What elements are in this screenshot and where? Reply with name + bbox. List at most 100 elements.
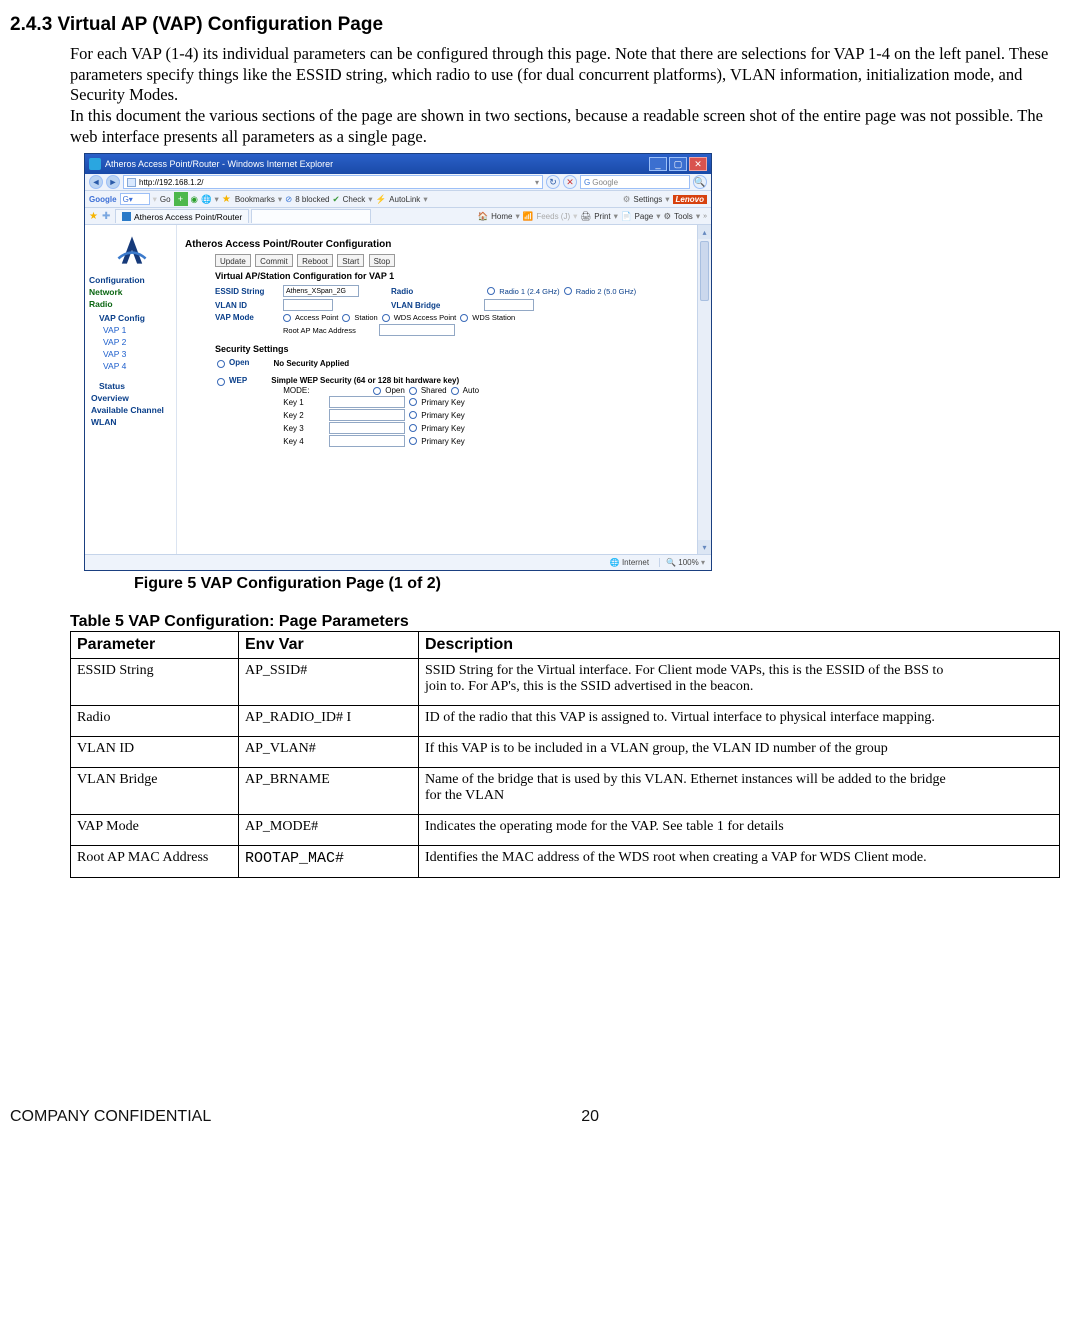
scroll-thumb[interactable] bbox=[700, 241, 709, 301]
nav-vap3[interactable]: VAP 3 bbox=[103, 349, 174, 359]
browser-tab[interactable]: Atheros Access Point/Router bbox=[115, 209, 249, 223]
check-icon: ✔ bbox=[332, 194, 339, 205]
refresh-button[interactable]: ↻ bbox=[546, 175, 560, 189]
nav-overview[interactable]: Overview bbox=[91, 393, 174, 403]
page-icon bbox=[127, 178, 136, 187]
security-wep-radio[interactable] bbox=[217, 378, 225, 386]
mode-wdssta-radio[interactable] bbox=[460, 314, 468, 322]
wep-key3-primary-label: Primary Key bbox=[421, 424, 465, 433]
stop-button[interactable]: Stop bbox=[369, 254, 395, 267]
settings-gear-icon[interactable]: ⚙ bbox=[623, 194, 631, 205]
wep-key3-primary-radio[interactable] bbox=[409, 424, 417, 432]
nav-wlan[interactable]: WLAN bbox=[91, 417, 174, 427]
nav-vap1[interactable]: VAP 1 bbox=[103, 325, 174, 335]
maximize-button[interactable]: ▢ bbox=[669, 157, 687, 171]
google-go-button[interactable]: Go bbox=[160, 195, 171, 204]
wep-mode-shared-radio[interactable] bbox=[409, 387, 417, 395]
wep-key4-primary-radio[interactable] bbox=[409, 437, 417, 445]
radio1-label: Radio 1 (2.4 GHz) bbox=[499, 287, 559, 296]
mode-sta-radio[interactable] bbox=[342, 314, 350, 322]
radio2-radio[interactable] bbox=[564, 287, 572, 295]
zoom-value: 100% bbox=[678, 558, 698, 567]
browser-search-box[interactable]: G Google bbox=[580, 175, 690, 189]
start-button[interactable]: Start bbox=[337, 254, 364, 267]
ie-page-icon[interactable]: 📄 bbox=[621, 211, 632, 222]
search-go-button[interactable]: 🔍 bbox=[693, 175, 707, 189]
bookmarks-link[interactable]: Bookmarks bbox=[235, 195, 275, 204]
nav-vap4[interactable]: VAP 4 bbox=[103, 361, 174, 371]
security-open-radio[interactable] bbox=[217, 360, 225, 368]
mode-wdsap-radio[interactable] bbox=[382, 314, 390, 322]
url-input[interactable]: http://192.168.1.2/ ▾ bbox=[123, 175, 543, 189]
rootap-input[interactable] bbox=[379, 324, 455, 336]
back-button[interactable]: ◄ bbox=[89, 175, 103, 189]
browser-titlebar: Atheros Access Point/Router - Windows In… bbox=[85, 154, 711, 174]
parameters-table: Parameter Env Var Description ESSID Stri… bbox=[70, 631, 1060, 878]
spellcheck-link[interactable]: Check bbox=[343, 195, 366, 204]
vlanbridge-input[interactable] bbox=[484, 299, 534, 311]
bookmarks-star-icon[interactable]: ★ bbox=[222, 194, 232, 204]
reboot-button[interactable]: Reboot bbox=[297, 254, 333, 267]
radio1-radio[interactable] bbox=[487, 287, 495, 295]
zoom-icon[interactable]: 🔍 bbox=[666, 558, 676, 567]
cell-description: SSID String for the Virtual interface. F… bbox=[419, 659, 1060, 706]
close-button[interactable]: ✕ bbox=[689, 157, 707, 171]
settings-link[interactable]: Settings bbox=[633, 195, 662, 204]
scroll-down-icon[interactable]: ▾ bbox=[698, 540, 711, 554]
wep-key3-input[interactable] bbox=[329, 422, 405, 434]
blocked-count[interactable]: 8 blocked bbox=[295, 195, 329, 204]
scroll-up-icon[interactable]: ▴ bbox=[698, 225, 711, 239]
content-scrollbar[interactable]: ▴ ▾ bbox=[697, 225, 711, 554]
wep-key2-label: Key 2 bbox=[283, 411, 325, 420]
commit-button[interactable]: Commit bbox=[255, 254, 293, 267]
wep-key2-primary-label: Primary Key bbox=[421, 411, 465, 420]
security-open-label: Open bbox=[229, 358, 249, 367]
favorites-star-icon[interactable]: ★ bbox=[89, 211, 99, 221]
empty-tab-area[interactable] bbox=[251, 209, 371, 223]
ie-print-icon[interactable]: 🖨 bbox=[580, 211, 591, 222]
mode-wdsap-label: WDS Access Point bbox=[394, 313, 457, 322]
ie-feeds-icon: 📶 bbox=[523, 211, 534, 222]
stop-button[interactable]: ✕ bbox=[563, 175, 577, 189]
autolink-icon: ⚡ bbox=[376, 194, 387, 205]
wep-key2-primary-radio[interactable] bbox=[409, 411, 417, 419]
google-search-box[interactable]: G▾ bbox=[120, 193, 150, 205]
ie-home-icon[interactable]: 🏠 bbox=[478, 211, 489, 222]
mode-ap-radio[interactable] bbox=[283, 314, 291, 322]
cell-description: Identifies the MAC address of the WDS ro… bbox=[419, 846, 1060, 878]
minimize-button[interactable]: _ bbox=[649, 157, 667, 171]
google-toolbar-logo: Google bbox=[89, 195, 117, 204]
radio2-label: Radio 2 (5.0 GHz) bbox=[576, 287, 636, 296]
internet-zone-label: Internet bbox=[622, 558, 649, 567]
vlanid-input[interactable] bbox=[283, 299, 333, 311]
wep-key1-primary-radio[interactable] bbox=[409, 398, 417, 406]
wep-mode-auto-radio[interactable] bbox=[451, 387, 459, 395]
wep-key4-input[interactable] bbox=[329, 435, 405, 447]
ie-tools-icon[interactable]: ⚙ bbox=[664, 211, 672, 222]
update-button[interactable]: Update bbox=[215, 254, 251, 267]
ie-home-link[interactable]: Home bbox=[491, 212, 512, 221]
zoom-dropdown-icon[interactable]: ▾ bbox=[701, 558, 705, 567]
forward-button[interactable]: ► bbox=[106, 175, 120, 189]
essid-input[interactable]: Athens_XSpan_2G bbox=[283, 285, 359, 297]
atheros-logo bbox=[102, 231, 162, 269]
wep-mode-open-radio[interactable] bbox=[373, 387, 381, 395]
ie-tools-link[interactable]: Tools bbox=[674, 212, 693, 221]
nav-network[interactable]: Network bbox=[89, 287, 174, 297]
autolink-link[interactable]: AutoLink bbox=[389, 195, 420, 204]
url-dropdown-icon[interactable]: ▾ bbox=[535, 178, 539, 187]
nav-available-channel[interactable]: Available Channel bbox=[91, 405, 174, 415]
lenovo-brand-badge: Lenovo bbox=[673, 195, 707, 204]
add-favorites-icon[interactable]: ✚ bbox=[102, 211, 112, 221]
table-header-parameter: Parameter bbox=[71, 632, 239, 659]
ie-print-link[interactable]: Print bbox=[594, 212, 610, 221]
go-icon[interactable]: + bbox=[174, 192, 188, 206]
cell-description: Name of the bridge that is used by this … bbox=[419, 768, 1060, 815]
wep-key1-input[interactable] bbox=[329, 396, 405, 408]
browser-window-title: Atheros Access Point/Router - Windows In… bbox=[105, 159, 333, 169]
nav-radio[interactable]: Radio bbox=[89, 299, 174, 309]
ie-page-link[interactable]: Page bbox=[635, 212, 654, 221]
nav-vap2[interactable]: VAP 2 bbox=[103, 337, 174, 347]
wep-key2-input[interactable] bbox=[329, 409, 405, 421]
wep-key4-label: Key 4 bbox=[283, 437, 325, 446]
